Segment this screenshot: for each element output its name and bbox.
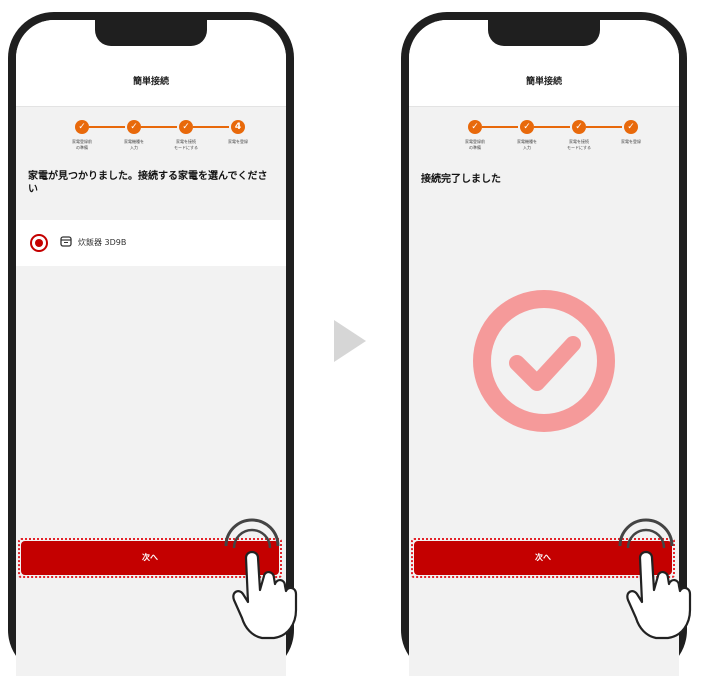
step-label: 家電登録前 の準備 [465, 139, 485, 150]
step-label: 家電機種を 入力 [124, 139, 144, 150]
step-indicator: ✓ 家電登録前 の準備 ✓ 家電機種を 入力 ✓ 家電を接続 モードにする ✓ … [409, 120, 679, 160]
step-2: ✓ 家電機種を 入力 [104, 120, 164, 150]
check-icon: ✓ [127, 120, 141, 134]
step-3: ✓ 家電を接続 モードにする [156, 120, 216, 150]
rice-cooker-icon [60, 236, 72, 247]
check-icon: ✓ [179, 120, 193, 134]
step-label: 家電機種を 入力 [517, 139, 537, 150]
device-radio-button[interactable] [30, 234, 48, 252]
check-icon: ✓ [520, 120, 534, 134]
check-icon: ✓ [75, 120, 89, 134]
step-number: 4 [231, 120, 245, 134]
completion-message: 接続完了しました [421, 174, 501, 185]
check-icon: ✓ [468, 120, 482, 134]
step-label: 家電登録前 の準備 [72, 139, 92, 150]
step-label: 家電を接続 モードにする [566, 139, 592, 150]
hand-tap-icon [224, 518, 298, 640]
page-title: 簡単接続 [525, 77, 562, 87]
hand-tap-icon [618, 518, 692, 640]
step-4: ✓ 家電を登録 [601, 120, 661, 145]
phone-notch [488, 20, 600, 46]
radio-dot [35, 239, 43, 247]
instruction-text: 家電が見つかりました。接続する家電を選んでください [28, 171, 268, 195]
device-name: 炊飯器 3D9B [78, 238, 127, 247]
step-label: 家電を接続 モードにする [173, 139, 199, 150]
step-2: ✓ 家電機種を 入力 [497, 120, 557, 150]
check-icon: ✓ [572, 120, 586, 134]
step-4: 4 家電を登録 [208, 120, 268, 145]
check-circle-icon [473, 290, 615, 432]
check-icon: ✓ [624, 120, 638, 134]
step-indicator: ✓ 家電登録前 の準備 ✓ 家電機種を 入力 ✓ 家電を接続 モードにする 4 … [16, 120, 286, 160]
phone-notch [95, 20, 207, 46]
step-3: ✓ 家電を接続 モードにする [549, 120, 609, 150]
triangle-right-icon [334, 320, 366, 362]
step-label: 家電を登録 [228, 139, 248, 144]
step-1: ✓ 家電登録前 の準備 [445, 120, 505, 150]
step-1: ✓ 家電登録前 の準備 [52, 120, 112, 150]
page-title: 簡単接続 [132, 77, 169, 87]
step-label: 家電を登録 [621, 139, 641, 144]
device-list-item[interactable]: 炊飯器 3D9B [16, 220, 286, 266]
